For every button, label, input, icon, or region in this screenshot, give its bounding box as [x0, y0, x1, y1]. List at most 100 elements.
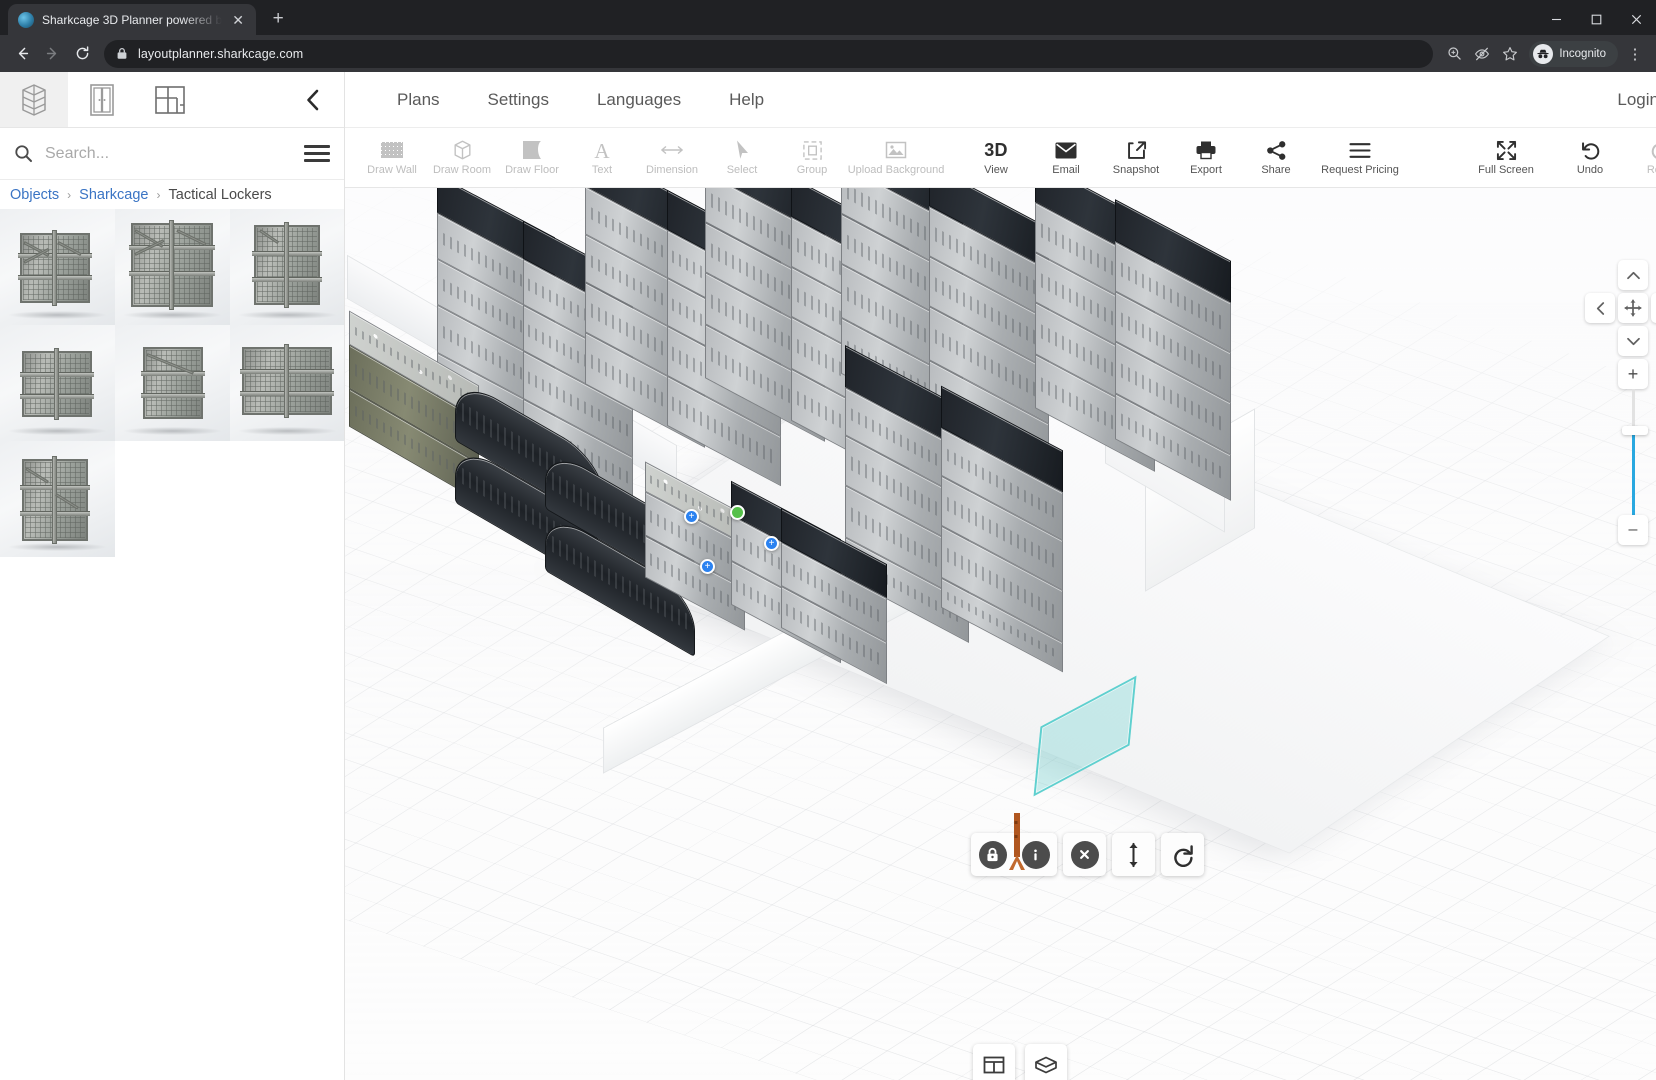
breadcrumb-sharkcage[interactable]: Sharkcage [79, 187, 148, 203]
star-icon[interactable] [1497, 41, 1523, 67]
zoom-in-button[interactable]: + [1618, 359, 1648, 389]
zoom-out-button[interactable]: – [1618, 515, 1648, 545]
browser-tab[interactable]: Sharkcage 3D Planner powered b ✕ [8, 4, 256, 35]
letter-a-icon: A [592, 139, 612, 161]
draw-wall-label: Draw Wall [367, 165, 417, 176]
shelf-icon [19, 83, 49, 117]
text-tool[interactable]: A Text [567, 129, 637, 187]
view-3d-tool[interactable]: 3D View [961, 129, 1031, 187]
new-tab-button[interactable]: + [264, 5, 292, 33]
zoom-slider-fill [1632, 431, 1635, 517]
chrome-menu-button[interactable]: ⋮ [1622, 41, 1648, 67]
arrows-h-icon [660, 139, 684, 161]
full-screen-label: Full Screen [1478, 165, 1534, 176]
move-vertical-button[interactable] [1112, 833, 1155, 876]
catalog-item-5[interactable] [115, 325, 230, 441]
floorplan-tab[interactable] [136, 72, 204, 127]
locker-thumb-graphic [143, 347, 203, 419]
zoom-slider-track[interactable] [1632, 389, 1635, 517]
window-close-button[interactable] [1616, 4, 1656, 35]
back-button[interactable] [8, 40, 36, 68]
menu-languages[interactable]: Languages [573, 72, 705, 128]
request-pricing-tool[interactable]: Request Pricing [1311, 129, 1409, 187]
rotate-object-button[interactable] [1161, 833, 1204, 876]
view-3d-label: View [984, 165, 1008, 176]
forward-button[interactable] [38, 40, 66, 68]
floor-icon [521, 139, 543, 161]
group-tool[interactable]: Group [777, 129, 847, 187]
delete-object-button[interactable] [1063, 833, 1106, 876]
tab-close-icon[interactable]: ✕ [230, 12, 246, 28]
email-label: Email [1052, 165, 1080, 176]
snapshot-tool[interactable]: Snapshot [1101, 129, 1171, 187]
image-icon [885, 139, 907, 161]
locker-thumb-graphic [254, 225, 320, 305]
cursor-icon [734, 139, 750, 161]
collapse-panel-button[interactable] [298, 72, 328, 127]
resize-handle-nw[interactable]: + [684, 509, 699, 524]
doors-windows-tab[interactable] [68, 72, 136, 127]
catalog-item-7[interactable] [0, 441, 115, 557]
close-circle-icon [1071, 841, 1099, 869]
expand-icon [1496, 139, 1517, 161]
locker-thumb-graphic [242, 347, 332, 415]
lock-object-button[interactable] [971, 833, 1014, 876]
zoom-icon[interactable] [1441, 41, 1467, 67]
resize-handle-ne[interactable]: + [764, 536, 779, 551]
catalog-item-2[interactable] [115, 209, 230, 325]
eye-off-icon[interactable] [1469, 41, 1495, 67]
catalog-item-3[interactable] [230, 209, 344, 325]
view-2d-button[interactable] [973, 1044, 1015, 1080]
catalog-item-6[interactable] [230, 325, 344, 441]
redo-tool[interactable]: Redo [1625, 129, 1656, 187]
camera-left-button[interactable] [1585, 293, 1615, 323]
window-minimize-button[interactable] [1536, 4, 1576, 35]
rotate-handle[interactable] [730, 505, 745, 520]
app-menu-bar: Plans Settings Languages Help Login [345, 72, 1656, 128]
camera-right-button[interactable] [1651, 293, 1656, 323]
resize-handle-sw[interactable]: + [700, 559, 715, 574]
tab-title: Sharkcage 3D Planner powered b [42, 13, 222, 27]
menu-plans[interactable]: Plans [373, 72, 464, 128]
text-tool-label: Text [592, 165, 612, 176]
breadcrumb-objects[interactable]: Objects [10, 187, 59, 203]
login-button[interactable]: Login [1617, 90, 1656, 110]
catalog-item-4[interactable] [0, 325, 115, 441]
menu-help[interactable]: Help [705, 72, 788, 128]
draw-floor-tool[interactable]: Draw Floor [497, 129, 567, 187]
window-maximize-button[interactable] [1576, 4, 1616, 35]
tab-strip: Sharkcage 3D Planner powered b ✕ + [0, 0, 1656, 35]
undo-label: Undo [1577, 165, 1603, 176]
profile-button[interactable]: Incognito [1529, 41, 1618, 67]
draw-room-tool[interactable]: Draw Room [427, 129, 497, 187]
camera-down-button[interactable] [1618, 326, 1648, 356]
export-tool[interactable]: Export [1171, 129, 1241, 187]
full-screen-tool[interactable]: Full Screen [1457, 129, 1555, 187]
objects-tab[interactable] [0, 72, 68, 127]
address-bar[interactable]: layoutplanner.sharkcage.com [104, 40, 1433, 68]
menu-settings[interactable]: Settings [464, 72, 573, 128]
undo-tool[interactable]: Undo [1555, 129, 1625, 187]
share-tool[interactable]: Share [1241, 129, 1311, 187]
dimension-tool[interactable]: Dimension [637, 129, 707, 187]
browser-nav-bar: layoutplanner.sharkcage.com Incognito ⋮ [0, 35, 1656, 72]
upload-background-tool[interactable]: Upload Background [847, 129, 945, 187]
object-info-button[interactable] [1014, 833, 1057, 876]
draw-wall-tool[interactable]: Draw Wall [357, 129, 427, 187]
hamburger-icon[interactable] [304, 145, 330, 162]
breadcrumb: Objects › Sharkcage › Tactical Lockers [0, 180, 344, 209]
email-tool[interactable]: Email [1031, 129, 1101, 187]
select-tool[interactable]: Select [707, 129, 777, 187]
list-icon [1349, 139, 1371, 161]
camera-up-button[interactable] [1618, 260, 1648, 290]
reload-button[interactable] [68, 40, 96, 68]
draw-floor-label: Draw Floor [505, 165, 559, 176]
floorplan-icon [154, 85, 186, 115]
search-input[interactable] [45, 145, 292, 163]
catalog-item-1[interactable] [0, 209, 115, 325]
zoom-slider-thumb[interactable] [1622, 426, 1648, 435]
camera-pan-button[interactable] [1618, 293, 1648, 323]
3d-viewport[interactable]: + + + [345, 188, 1656, 1080]
view-3d-button[interactable] [1025, 1044, 1067, 1080]
dimension-tool-label: Dimension [646, 165, 698, 176]
